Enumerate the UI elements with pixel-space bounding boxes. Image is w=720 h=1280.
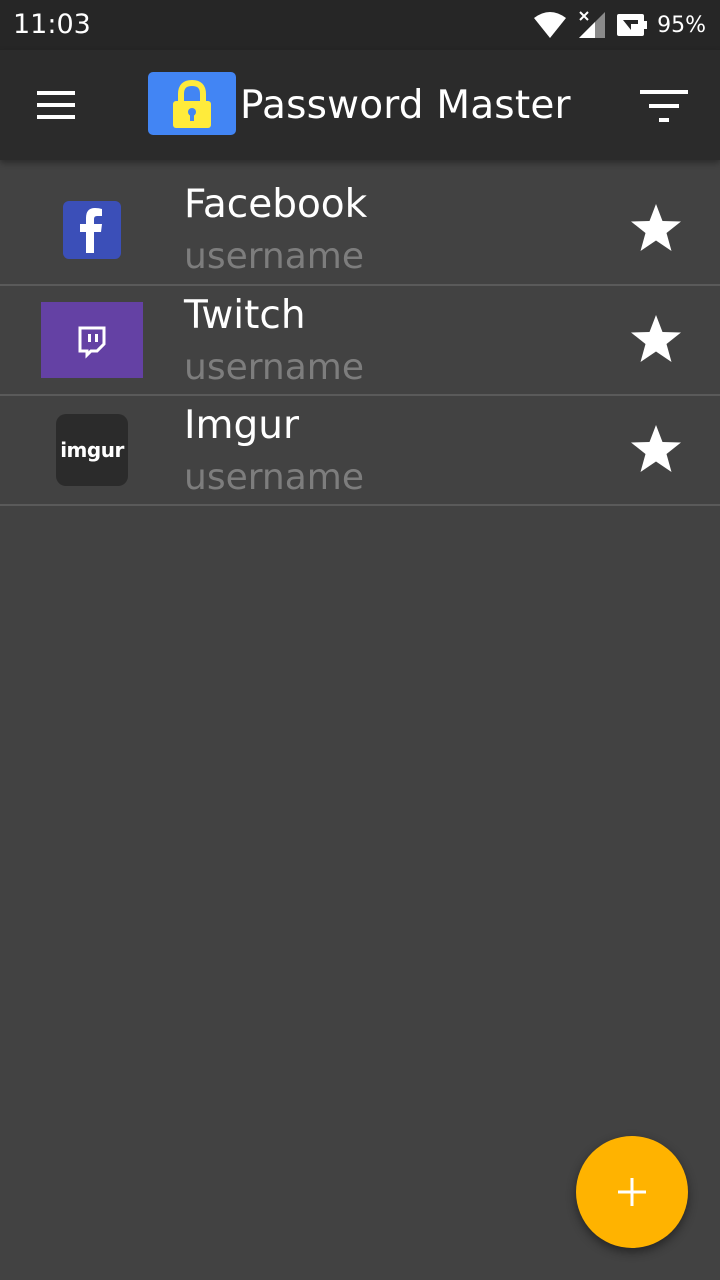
app-toolbar: Password Master [0,50,720,160]
account-row-imgur[interactable]: imgur Imgur username [0,396,720,506]
filter-button[interactable] [632,80,696,134]
menu-icon [37,91,75,119]
account-list: Facebook username Twitch username imgur … [0,175,720,506]
lock-icon [148,72,236,135]
wifi-icon [533,10,567,40]
imgur-logo: imgur [56,414,128,486]
account-username: username [184,236,364,277]
account-row-facebook[interactable]: Facebook username [0,175,720,286]
app-title: Password Master [240,83,571,128]
favorite-star-icon[interactable] [628,422,684,478]
account-name: Imgur [184,403,300,448]
account-username: username [184,457,364,498]
favorite-star-icon[interactable] [628,201,684,257]
battery-percent: 95% [657,12,706,38]
app-logo [148,72,236,135]
status-icons: 95% [533,8,706,42]
status-bar: 11:03 95% [0,0,720,50]
signal-icon [577,10,607,40]
account-name: Twitch [184,293,306,338]
add-account-button[interactable] [576,1136,688,1248]
account-username: username [184,347,364,388]
plus-icon [618,1178,646,1206]
facebook-logo [63,201,121,264]
twitch-logo [41,302,143,383]
battery-saver-icon [617,14,648,36]
filter-icon [640,90,688,122]
imgur-logo-text: imgur [60,438,124,462]
account-row-twitch[interactable]: Twitch username [0,286,720,396]
account-name: Facebook [184,182,368,227]
menu-button[interactable] [24,78,88,132]
favorite-star-icon[interactable] [628,312,684,368]
status-time: 11:03 [13,9,91,40]
